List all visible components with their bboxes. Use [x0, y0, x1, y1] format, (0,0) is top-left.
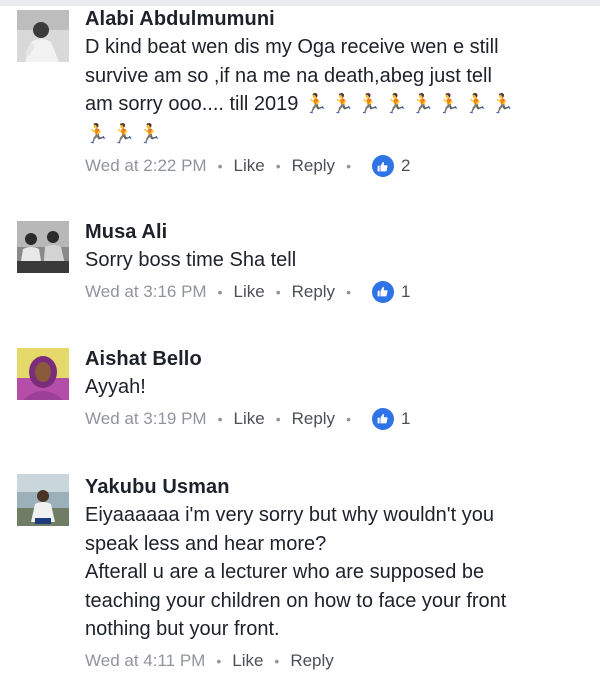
comment-text-line: Eiyaaaaaa i'm very sorry but why wouldn'… — [85, 504, 494, 526]
like-button[interactable]: Like — [232, 648, 263, 674]
person-running-icon: 🏃 — [111, 123, 136, 145]
comment-text-line: Sorry boss time Sha tell — [85, 249, 297, 271]
person-running-icon: 🏃 — [410, 94, 435, 115]
person-running-icon: 🏃 — [357, 94, 382, 115]
comment-text: Eiyaaaaaa i'm very sorry but why wouldn'… — [85, 501, 590, 644]
separator-dot: • — [216, 652, 222, 669]
comment-text: Sorry boss time Sha tell — [85, 246, 590, 275]
person-running-icon: 🏃 — [464, 94, 488, 115]
reaction-count: 1 — [400, 281, 411, 301]
timestamp[interactable]: Wed at 4:11 PM — [85, 648, 205, 674]
runner-emoji-row: 🏃 🏃 🏃 — [85, 120, 590, 150]
separator-dot: • — [217, 410, 223, 427]
comment-text-line: D kind beat wen dis my Oga receive wen e… — [85, 36, 499, 58]
comment-body: Musa Ali Sorry boss time Sha tell Wed at… — [85, 219, 590, 305]
thumbs-up-icon — [371, 155, 394, 177]
comment-meta: Wed at 4:11 PM • Like • Reply — [85, 648, 590, 674]
person-running-icon: 🏃 — [304, 94, 328, 115]
comment-text-line: am sorry ooo.... till 2019 — [85, 93, 299, 115]
comment-body: Alabi Abdulmumuni D kind beat wen dis my… — [85, 6, 590, 179]
separator-dot: • — [275, 158, 281, 174]
reaction-count: 1 — [400, 408, 411, 428]
runner-emoji-row: 🏃 🏃 🏃 🏃 🏃 🏃 🏃 🏃 — [304, 93, 517, 115]
avatar[interactable] — [17, 348, 69, 400]
reaction-count: 2 — [400, 156, 411, 175]
comment-body: Aishat Bello Ayyah! Wed at 3:19 PM • Lik… — [85, 346, 590, 432]
timestamp[interactable]: Wed at 3:16 PM — [85, 279, 207, 305]
thumbs-up-icon — [371, 407, 394, 430]
like-button[interactable]: Like — [234, 153, 265, 179]
separator-dot: • — [274, 652, 280, 669]
person-running-icon: 🏃 — [490, 94, 515, 115]
avatar[interactable] — [17, 10, 69, 62]
person-running-icon: 🏃 — [138, 123, 163, 145]
comment-meta: Wed at 3:16 PM • Like • Reply • 1 — [85, 279, 590, 305]
comment-text-line: nothing but your front. — [85, 618, 280, 640]
reply-button[interactable]: Reply — [292, 279, 335, 305]
like-button[interactable]: Like — [234, 279, 265, 305]
person-running-icon: 🏃 — [330, 94, 355, 115]
author-name[interactable]: Musa Ali — [85, 219, 590, 245]
comment-text-line: survive am so ,if na me na death,abeg ju… — [85, 64, 492, 87]
thumbs-up-icon — [371, 280, 394, 303]
reaction-summary[interactable]: 1 — [364, 279, 410, 305]
reply-button[interactable]: Reply — [292, 153, 335, 179]
person-running-icon: 🏃 — [85, 123, 109, 145]
comment-text-line: Afterall u are a lecturer who are suppos… — [85, 561, 485, 583]
separator-dot: • — [217, 283, 223, 300]
avatar-image — [17, 10, 69, 62]
avatar[interactable] — [17, 474, 69, 526]
comment-body: Yakubu Usman Eiyaaaaaa i'm very sorry bu… — [85, 474, 590, 674]
avatar[interactable] — [17, 221, 69, 273]
separator-dot: • — [217, 158, 223, 174]
author-name[interactable]: Aishat Bello — [85, 346, 590, 372]
comment-text-line: Ayyah! — [85, 376, 146, 398]
author-name[interactable]: Alabi Abdulmumuni — [85, 6, 590, 32]
comment-meta: Wed at 2:22 PM • Like • Reply • 2 — [85, 153, 590, 179]
comment-meta: Wed at 3:19 PM • Like • Reply • 1 — [85, 406, 590, 432]
reaction-summary[interactable]: 2 — [364, 153, 410, 179]
person-running-icon: 🏃 — [384, 94, 408, 115]
avatar-image — [17, 348, 69, 400]
avatar-image — [17, 221, 69, 273]
reply-button[interactable]: Reply — [290, 648, 333, 674]
separator-dot: • — [346, 410, 351, 427]
separator-dot: • — [346, 158, 351, 174]
avatar-image — [17, 474, 69, 526]
comment-text-line: speak less and hear more? — [85, 532, 327, 555]
comment-text: D kind beat wen dis my Oga receive wen e… — [85, 33, 590, 149]
separator-dot: • — [275, 283, 281, 300]
reply-button[interactable]: Reply — [292, 406, 335, 432]
separator-dot: • — [346, 283, 351, 300]
person-running-icon: 🏃 — [437, 94, 462, 115]
timestamp[interactable]: Wed at 3:19 PM — [85, 406, 207, 432]
author-name[interactable]: Yakubu Usman — [85, 474, 590, 500]
separator-dot: • — [275, 410, 281, 427]
like-button[interactable]: Like — [234, 406, 265, 432]
comment-text-line-with-emoji: am sorry ooo.... till 2019 🏃 🏃 🏃 🏃 🏃 🏃 🏃 🏃 — [85, 90, 590, 120]
reaction-summary[interactable]: 1 — [364, 406, 410, 432]
comment-text-line: teaching your children on how to face yo… — [85, 589, 507, 612]
timestamp[interactable]: Wed at 2:22 PM — [85, 153, 207, 179]
comment-text: Ayyah! — [85, 373, 590, 402]
